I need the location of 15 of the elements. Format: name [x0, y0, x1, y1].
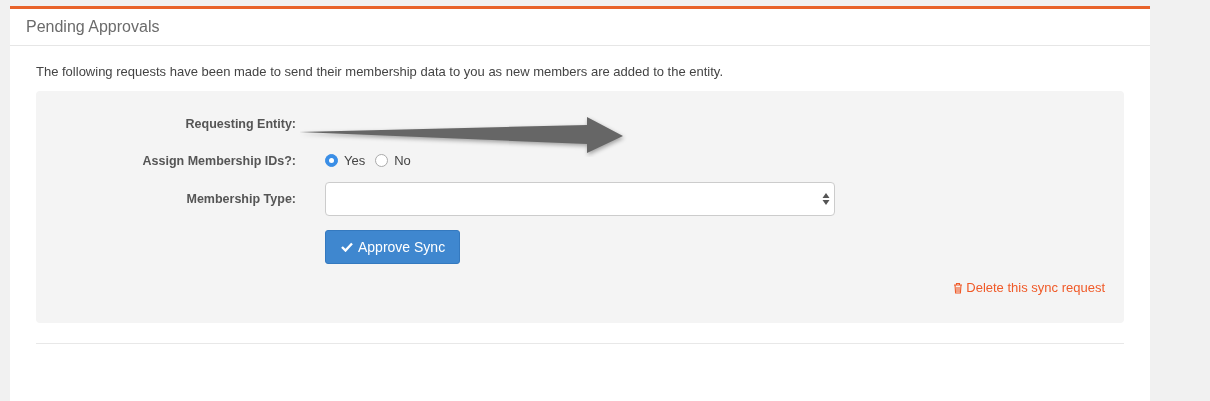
sort-arrows-icon	[822, 192, 830, 206]
radio-label: Yes	[344, 153, 366, 168]
delete-request-link[interactable]: Delete this sync request	[953, 280, 1105, 295]
approve-sync-button[interactable]: Approve Sync	[325, 230, 461, 264]
radio-button[interactable]	[325, 154, 338, 167]
checkmark-icon	[341, 242, 353, 252]
panel-title: Pending Approvals	[26, 18, 160, 36]
field-label: Membership Type:	[186, 192, 296, 206]
membership-type-select[interactable]	[325, 182, 835, 216]
radio-button[interactable]	[375, 154, 389, 167]
trash-icon	[953, 281, 964, 294]
field-label: Requesting Entity:	[185, 117, 296, 131]
field-label: Assign Membership IDs?:	[142, 153, 296, 168]
radio-label: No	[394, 153, 411, 168]
intro-text: The following requests have been made to send their membership data to you as new members are added to the entity.	[36, 64, 724, 79]
